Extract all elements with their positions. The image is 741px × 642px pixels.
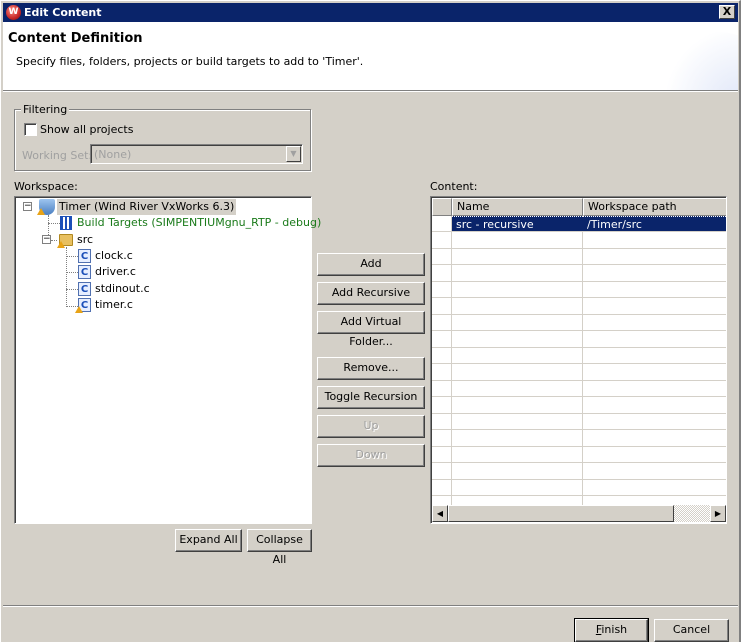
- table-row: [432, 266, 726, 282]
- collapse-icon[interactable]: −: [42, 235, 51, 244]
- tree-item-src-folder[interactable]: − src: [15, 232, 311, 248]
- table-row: [432, 332, 726, 348]
- collapse-icon[interactable]: −: [23, 202, 32, 211]
- page-description: Specify files, folders, projects or buil…: [16, 55, 364, 68]
- table-row: [432, 398, 726, 414]
- build-targets-label: Build Targets (SIMPENTIUMgnu_RTP - debug…: [77, 216, 322, 229]
- collapse-all-button[interactable]: Collapse All: [247, 529, 312, 566]
- workspace-label: Workspace:: [14, 180, 78, 193]
- window-title: Edit Content: [24, 6, 102, 19]
- add-virtual-folder-button[interactable]: Add Virtual Folder...: [317, 311, 425, 348]
- edit-content-dialog: W Edit Content X Content Definition Spec…: [0, 0, 741, 642]
- c-file-icon: C: [78, 249, 91, 263]
- content-table[interactable]: Name Workspace path src - recursive /Tim…: [430, 196, 727, 524]
- table-row: [432, 282, 726, 298]
- cell-path: /Timer/src: [583, 216, 726, 231]
- title-bar: W Edit Content X: [3, 3, 738, 22]
- table-row: [432, 233, 726, 249]
- banner-divider: [3, 91, 738, 92]
- row-header-cell: [432, 198, 452, 216]
- working-set-select[interactable]: (None) ▼: [90, 144, 303, 164]
- page-title: Content Definition: [8, 31, 143, 46]
- warning-icon: [37, 208, 45, 215]
- table-row: [432, 315, 726, 331]
- show-all-projects-checkbox[interactable]: [24, 123, 37, 136]
- table-row: [432, 431, 726, 447]
- toggle-recursion-button[interactable]: Toggle Recursion: [317, 386, 425, 409]
- warning-icon: [75, 306, 83, 313]
- table-header: Name Workspace path: [432, 198, 726, 216]
- add-button[interactable]: Add: [317, 253, 425, 276]
- build-targets-icon: [60, 216, 72, 230]
- table-row: [432, 464, 726, 480]
- column-header-workspace-path[interactable]: Workspace path: [583, 198, 726, 216]
- tree-item-file[interactable]: C timer.c: [15, 297, 311, 313]
- tree-item-file[interactable]: C stdinout.c: [15, 281, 311, 297]
- close-button[interactable]: X: [719, 5, 735, 19]
- file-label: stdinout.c: [95, 282, 150, 295]
- file-label: timer.c: [95, 298, 133, 311]
- tree-item-project[interactable]: − Timer (Wind River VxWorks 6.3): [15, 199, 311, 215]
- filtering-legend: Filtering: [21, 103, 70, 116]
- scrollbar-track[interactable]: [674, 505, 710, 522]
- working-set-value: (None): [94, 148, 132, 161]
- c-file-icon: C: [78, 265, 91, 279]
- horizontal-scrollbar[interactable]: ◀ ▶: [432, 505, 726, 522]
- scroll-left-icon[interactable]: ◀: [432, 505, 448, 522]
- up-button[interactable]: Up: [317, 415, 425, 438]
- footer-divider-highlight: [3, 606, 738, 607]
- add-recursive-button[interactable]: Add Recursive: [317, 282, 425, 305]
- file-label: driver.c: [95, 265, 136, 278]
- down-button[interactable]: Down: [317, 444, 425, 467]
- expand-all-button[interactable]: Expand All: [175, 529, 242, 552]
- file-label: clock.c: [95, 249, 133, 262]
- scroll-right-icon[interactable]: ▶: [710, 505, 726, 522]
- tree-item-build-targets[interactable]: Build Targets (SIMPENTIUMgnu_RTP - debug…: [15, 215, 321, 231]
- cancel-button[interactable]: Cancel: [654, 619, 729, 642]
- content-label: Content:: [430, 180, 478, 193]
- working-set-label: Working Set:: [22, 149, 93, 162]
- c-file-icon: C: [78, 282, 91, 296]
- chevron-down-icon[interactable]: ▼: [286, 146, 301, 162]
- warning-icon: [57, 241, 65, 248]
- table-row: [432, 249, 726, 265]
- table-row: [432, 447, 726, 463]
- finish-label: inish: [601, 623, 628, 636]
- tree-item-file[interactable]: C clock.c: [15, 248, 311, 264]
- wind-river-app-icon: W: [6, 5, 21, 20]
- filtering-group: Filtering Show all projects Working Set:…: [14, 103, 311, 171]
- table-row: [432, 414, 726, 430]
- finish-button[interactable]: Finish: [574, 618, 649, 642]
- project-label: Timer (Wind River VxWorks 6.3): [57, 199, 237, 215]
- scrollbar-thumb[interactable]: [448, 505, 674, 522]
- src-folder-label: src: [77, 233, 94, 246]
- table-row: [432, 365, 726, 381]
- cell-name: src - recursive: [452, 216, 583, 231]
- tree-item-file[interactable]: C driver.c: [15, 264, 311, 280]
- table-row: [432, 299, 726, 315]
- table-row: [432, 381, 726, 397]
- show-all-projects-label[interactable]: Show all projects: [40, 123, 133, 136]
- column-header-name[interactable]: Name: [452, 198, 583, 216]
- remove-button[interactable]: Remove...: [317, 357, 425, 380]
- table-row: [432, 480, 726, 496]
- table-row[interactable]: src - recursive /Timer/src: [432, 216, 726, 232]
- workspace-tree[interactable]: − Timer (Wind River VxWorks 6.3) Build T…: [14, 196, 321, 524]
- table-row: [432, 348, 726, 364]
- header-banner: Content Definition Specify files, folder…: [3, 22, 738, 91]
